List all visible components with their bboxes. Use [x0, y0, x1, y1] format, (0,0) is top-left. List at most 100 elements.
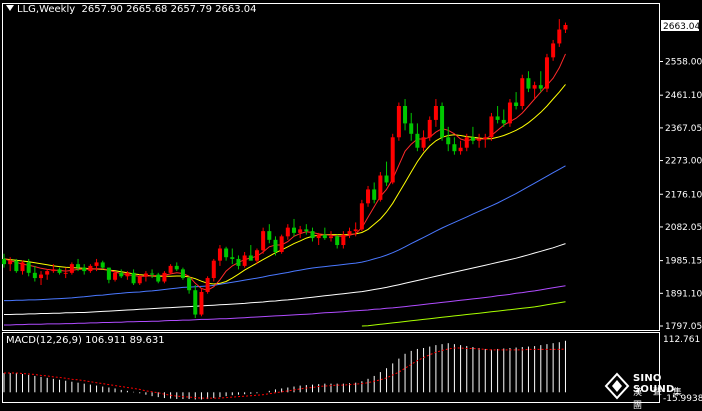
candle [242, 251, 247, 268]
candle [366, 185, 371, 207]
macd-signal-line [4, 347, 566, 399]
candle [187, 276, 192, 294]
candle [224, 246, 229, 261]
candle [57, 267, 62, 275]
candle [544, 53, 549, 93]
candle [329, 231, 334, 242]
candle-body [57, 269, 62, 273]
candle-body [563, 25, 568, 30]
candle-body [335, 236, 340, 246]
candle-body [421, 137, 426, 148]
candle-body [273, 239, 278, 252]
candle-body [526, 78, 531, 89]
candle [82, 264, 87, 275]
candle-body [261, 231, 266, 251]
ma-purple-line [4, 285, 566, 326]
candle [100, 260, 105, 270]
price-tick-label: 2176.10 [665, 190, 702, 200]
candle-body [285, 227, 290, 237]
candle-body [180, 269, 185, 279]
candle [409, 112, 414, 141]
candle [483, 133, 488, 148]
candle [131, 269, 136, 286]
candle-body [113, 272, 118, 280]
main-pane-frame [2, 3, 660, 331]
candle-body [100, 262, 105, 268]
ohlc-values: 2657.90 2665.68 2657.79 2663.04 [81, 4, 257, 15]
candle [341, 231, 346, 249]
candle [446, 126, 451, 152]
candle-body [279, 236, 284, 252]
price-tick-label: 2461.10 [665, 91, 702, 101]
candle-body [106, 267, 111, 280]
candle-body [353, 229, 358, 232]
candle [470, 126, 475, 145]
candle-body [82, 267, 87, 272]
candle [174, 262, 179, 272]
candle-body [254, 250, 259, 261]
candle [551, 39, 556, 61]
candle-body [8, 260, 13, 265]
candle [415, 123, 420, 152]
candle-body [242, 255, 247, 266]
candle [39, 271, 44, 286]
ma-blue-line [4, 165, 566, 302]
candle-body [156, 274, 161, 282]
candle-body [131, 272, 136, 284]
candle-body [477, 139, 482, 141]
candle-body [32, 272, 37, 279]
candle [495, 105, 500, 124]
candle [477, 133, 482, 148]
candle [359, 199, 364, 232]
candle [248, 245, 253, 261]
candle [390, 133, 395, 185]
candle [217, 245, 222, 266]
price-tick-label: 1891.10 [665, 289, 702, 299]
candle [335, 234, 340, 249]
candle [532, 81, 537, 100]
sino-sound-logo: SINO SOUND 漢 聲 集 團 [600, 370, 694, 411]
candle-body [199, 291, 204, 315]
candle-body [396, 105, 401, 138]
candle [347, 227, 352, 239]
candle-body [248, 255, 253, 261]
candle [20, 260, 25, 275]
candle [452, 137, 457, 155]
ma-white-line [4, 243, 566, 315]
candle-body [187, 278, 192, 291]
candle-body [470, 137, 475, 141]
candle-body [76, 264, 81, 268]
price-tick-label: 2082.05 [665, 223, 702, 233]
candle-body [390, 137, 395, 183]
candle-body [384, 175, 389, 183]
candle-body [51, 269, 56, 272]
candle-body [193, 290, 198, 315]
symbol-header: LLG,Weekly 2657.90 2665.68 2657.79 2663.… [6, 4, 256, 15]
candle-body [316, 234, 321, 239]
candle-body [119, 272, 124, 277]
price-tick-label: 2367.05 [665, 124, 702, 134]
candle [150, 269, 155, 279]
candle-body [20, 262, 25, 272]
candle-body [544, 57, 549, 89]
candle [279, 234, 284, 254]
candle [421, 130, 426, 152]
candle [526, 71, 531, 93]
candle-body [230, 257, 235, 259]
candle-body [45, 271, 50, 275]
candle [63, 267, 68, 279]
dropdown-triangle-icon[interactable] [6, 5, 14, 11]
candle [156, 272, 161, 284]
candle-body [298, 229, 303, 233]
candle [427, 116, 432, 141]
candle-body [557, 29, 562, 44]
candle-body [125, 272, 130, 277]
candle-body [224, 248, 229, 258]
candle-body [458, 147, 463, 152]
candle-body [211, 260, 216, 279]
candle [267, 224, 272, 244]
candle-body [69, 264, 74, 273]
candle-body [409, 123, 414, 134]
candle-body [205, 278, 210, 292]
candle [236, 255, 241, 270]
